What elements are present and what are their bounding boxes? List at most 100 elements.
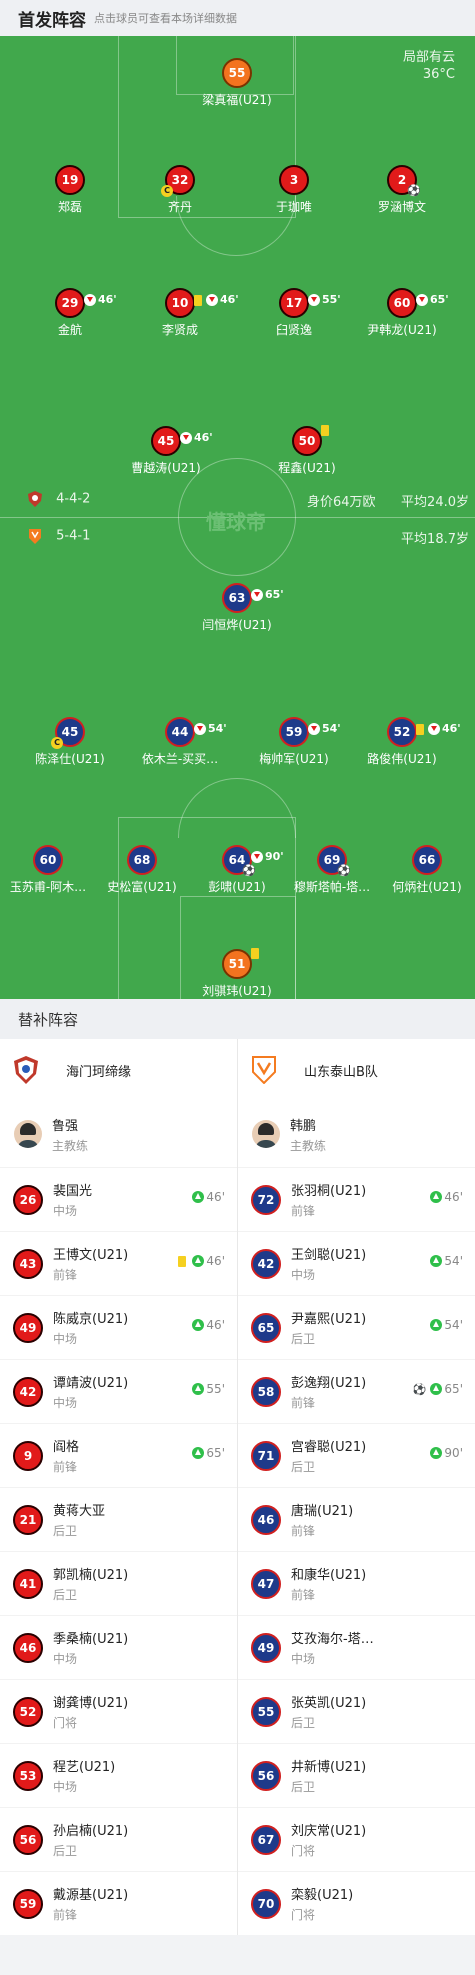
player-marker[interactable]: 63 65' 闫恒烨(U21) <box>172 583 302 633</box>
player-number-badge: 3 <box>279 165 309 195</box>
player-marker[interactable]: 44 54' 依木兰-买买… <box>115 717 245 767</box>
sub-player-position: 后卫 <box>291 1332 316 1346</box>
sub-player-row[interactable]: 55 张英凯(U21) 后卫 <box>238 1679 475 1743</box>
sub-player-position: 后卫 <box>291 1780 316 1794</box>
sub-player-row[interactable]: 9 阎格 前锋 65' <box>0 1423 237 1487</box>
player-number-badge: 51 <box>222 948 259 979</box>
sub-event: 46' <box>192 1190 225 1204</box>
player-marker[interactable]: 45 46' 曹越涛(U21) <box>101 426 231 476</box>
sub-player-row[interactable]: 42 王剑聪(U21) 中场 54' <box>238 1231 475 1295</box>
player-marker[interactable]: 60 65' 尹韩龙(U21) <box>337 288 467 338</box>
sub-player-info: 陈威京(U21) 中场 <box>53 1308 128 1347</box>
player-marker[interactable]: 50 程鑫(U21) <box>242 425 372 476</box>
weather-desc: 局部有云 <box>402 50 455 65</box>
player-number: 66 <box>418 853 436 867</box>
home-team-row[interactable]: 海门珂缔缘 <box>0 1039 237 1101</box>
sub-player-row[interactable]: 46 唐瑞(U21) 前锋 <box>238 1487 475 1551</box>
sub-player-row[interactable]: 58 彭逸翔(U21) 前锋 ⚽ 65' <box>238 1359 475 1423</box>
player-number-badge: 67 <box>251 1824 281 1855</box>
goal-ball-icon: ⚽ <box>407 184 421 197</box>
away-coach-row[interactable]: 韩鹏 主教练 <box>238 1101 475 1167</box>
player-number: 10 <box>171 296 189 310</box>
sub-player-row[interactable]: 41 郭凯楠(U21) 后卫 <box>0 1551 237 1615</box>
player-number: 3 <box>289 173 299 187</box>
sub-off-icon <box>416 294 428 306</box>
player-name: 路俊伟(U21) <box>367 752 437 766</box>
goal-ball-icon: ⚽ <box>337 864 351 877</box>
sub-player-row[interactable]: 67 刘庆常(U21) 门将 <box>238 1807 475 1871</box>
sub-off-icon <box>180 432 192 444</box>
player-events: 55' <box>306 287 341 313</box>
player-events: 46' <box>178 425 213 451</box>
sub-player-info: 王博文(U21) 前锋 <box>53 1244 128 1283</box>
sub-player-name: 季桑楠(U21) <box>53 1632 129 1647</box>
home-coach-row[interactable]: 鲁强 主教练 <box>0 1101 237 1167</box>
player-marker[interactable]: 10 46' 李贤成 <box>115 288 245 338</box>
player-number-badge: 66 <box>412 845 442 875</box>
sub-player-name: 王剑聪(U21) <box>291 1248 367 1263</box>
sub-player-name: 阎格 <box>53 1440 80 1455</box>
sub-player-name: 彭逸翔(U21) <box>291 1376 367 1391</box>
sub-player-name: 戴源基(U21) <box>53 1888 129 1903</box>
player-number-badge: 10 46' <box>165 288 239 318</box>
away-subs-column: 山东泰山B队 韩鹏 主教练 72 张羽桐(U21) 前锋 46' 42 王剑聪(U21) 中场… <box>237 1039 475 1935</box>
sub-minute: 65' <box>206 1446 225 1460</box>
sub-player-row[interactable]: 21 黄蒋大亚 后卫 <box>0 1487 237 1551</box>
sub-player-row[interactable]: 52 谢龚博(U21) 门将 <box>0 1679 237 1743</box>
sub-player-row[interactable]: 49 艾孜海尔-塔… 中场 <box>238 1615 475 1679</box>
sub-player-row[interactable]: 47 和康华(U21) 前锋 <box>238 1551 475 1615</box>
player-events: 46' <box>414 716 461 742</box>
sub-player-info: 裴国光 中场 <box>53 1180 92 1219</box>
sub-player-position: 前锋 <box>291 1396 316 1410</box>
sub-minute: 46' <box>206 1318 225 1332</box>
sub-off-icon <box>251 851 263 863</box>
player-number: 49 <box>19 1320 37 1335</box>
player-number-badge: 26 <box>13 1184 43 1215</box>
sub-player-row[interactable]: 59 戴源基(U21) 前锋 <box>0 1871 237 1935</box>
away-team-row[interactable]: 山东泰山B队 <box>238 1039 475 1101</box>
yellow-card-icon <box>416 723 424 735</box>
sub-player-row[interactable]: 42 谭靖波(U21) 中场 55' <box>0 1359 237 1423</box>
sub-player-row[interactable]: 56 井新博(U21) 后卫 <box>238 1743 475 1807</box>
sub-player-row[interactable]: 70 栾毅(U21) 门将 <box>238 1871 475 1935</box>
player-number: 55 <box>228 66 246 80</box>
sub-player-info: 井新博(U21) 后卫 <box>291 1756 366 1795</box>
sub-off-icon <box>308 294 320 306</box>
player-name: 梁真福(U21) <box>202 93 272 107</box>
sub-player-row[interactable]: 72 张羽桐(U21) 前锋 46' <box>238 1167 475 1231</box>
player-number-badge: 50 <box>292 425 329 456</box>
player-marker[interactable]: 2 ⚽ 罗涵博文 <box>337 165 467 215</box>
coach-avatar <box>14 1120 42 1148</box>
player-number-badge: 45 46' <box>151 426 213 456</box>
sub-player-position: 前锋 <box>291 1588 316 1602</box>
player-marker[interactable]: 51 刘骐玮(U21) <box>172 948 302 999</box>
player-marker[interactable]: 66 何炳社(U21) <box>362 845 475 895</box>
player-marker[interactable]: 55 梁真福(U21) <box>172 58 302 108</box>
sub-player-row[interactable]: 43 王博文(U21) 前锋 46' <box>0 1231 237 1295</box>
sub-player-row[interactable]: 49 陈威京(U21) 中场 46' <box>0 1295 237 1359</box>
player-number-badge: 41 <box>13 1568 43 1599</box>
player-number-badge: 49 <box>13 1312 43 1343</box>
sub-player-row[interactable]: 26 裴国光 中场 46' <box>0 1167 237 1231</box>
player-number: 60 <box>393 296 411 310</box>
player-number-badge: 55 <box>251 1696 281 1727</box>
sub-off-icon <box>84 294 96 306</box>
sub-off-icon <box>206 294 218 306</box>
sub-minute: 54' <box>444 1318 463 1332</box>
player-number: 50 <box>298 434 316 448</box>
player-number-badge: 69 ⚽ <box>317 845 351 877</box>
sub-player-row[interactable]: 65 尹嘉熙(U21) 后卫 54' <box>238 1295 475 1359</box>
sub-on-icon <box>192 1191 205 1203</box>
player-number: 51 <box>228 957 246 971</box>
player-events <box>249 948 261 959</box>
player-marker[interactable]: 32 C 齐丹 <box>115 165 245 215</box>
sub-player-name: 张羽桐(U21) <box>291 1184 367 1199</box>
sub-player-row[interactable]: 46 季桑楠(U21) 中场 <box>0 1615 237 1679</box>
sub-minute: 65' <box>265 588 284 601</box>
player-name: 依木兰-买买… <box>141 752 219 766</box>
player-marker[interactable]: 52 46' 路俊伟(U21) <box>337 717 467 767</box>
sub-player-row[interactable]: 56 孙启楠(U21) 后卫 <box>0 1807 237 1871</box>
sub-player-row[interactable]: 71 宫睿聪(U21) 后卫 90' <box>238 1423 475 1487</box>
sub-player-row[interactable]: 53 程艺(U21) 中场 <box>0 1743 237 1807</box>
home-formation-row: 4-4-2 <box>28 491 90 507</box>
